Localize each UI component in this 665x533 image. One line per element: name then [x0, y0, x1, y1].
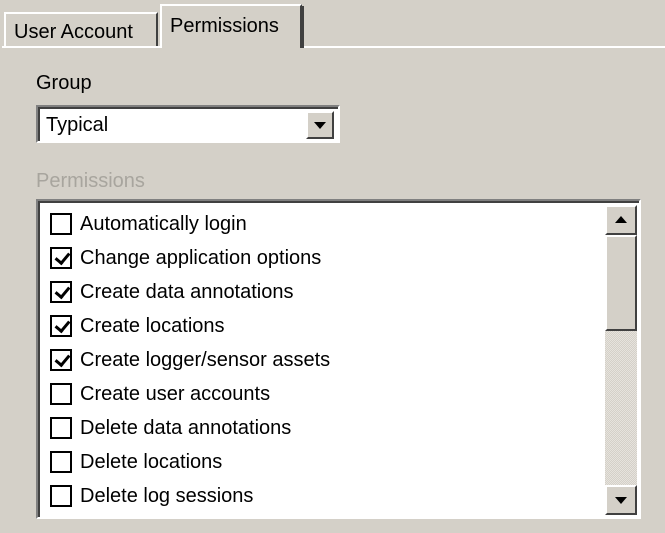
- permission-checkbox[interactable]: [50, 281, 72, 303]
- check-icon: [54, 248, 71, 266]
- chevron-down-icon: [314, 122, 326, 129]
- arrow-up-icon: [615, 216, 627, 223]
- tab-permissions-label: Permissions: [170, 15, 279, 37]
- permission-label: Change application options: [80, 246, 322, 269]
- group-label: Group: [36, 72, 92, 94]
- permissions-list[interactable]: Automatically login Change application op…: [36, 199, 641, 519]
- tab-strip: User Account Permissions: [0, 0, 665, 48]
- permission-item[interactable]: Delete log sessions: [50, 479, 253, 513]
- permission-label: Delete data annotations: [80, 416, 292, 439]
- arrow-down-icon: [615, 497, 627, 504]
- group-dropdown[interactable]: Typical: [36, 105, 340, 143]
- tab-permissions[interactable]: Permissions: [160, 4, 304, 48]
- permission-label: Create locations: [80, 314, 225, 337]
- permission-item[interactable]: Create locations: [50, 309, 225, 343]
- group-dropdown-button[interactable]: [306, 111, 334, 139]
- permissions-list-inner: Automatically login Change application op…: [38, 201, 639, 517]
- permission-checkbox[interactable]: [50, 349, 72, 371]
- tab-user-account-label: User Account: [14, 21, 133, 43]
- scroll-thumb[interactable]: [605, 235, 637, 331]
- check-icon: [54, 350, 71, 368]
- permission-item[interactable]: Change application options: [50, 241, 321, 275]
- permission-item[interactable]: Delete locations: [50, 445, 222, 479]
- permission-checkbox[interactable]: [50, 451, 72, 473]
- permission-item[interactable]: Delete data annotations: [50, 411, 291, 445]
- scroll-up-button[interactable]: [605, 205, 637, 235]
- scrollbar[interactable]: [605, 205, 637, 515]
- scroll-down-button[interactable]: [605, 485, 637, 515]
- permission-checkbox[interactable]: [50, 417, 72, 439]
- permission-item[interactable]: Create data annotations: [50, 275, 294, 309]
- permission-label: Create data annotations: [80, 280, 294, 303]
- permission-checkbox[interactable]: [50, 383, 72, 405]
- permission-item[interactable]: Create user accounts: [50, 377, 270, 411]
- permission-label: Delete locations: [80, 450, 223, 473]
- permission-item[interactable]: Automatically login: [50, 207, 247, 241]
- permission-checkbox[interactable]: [50, 315, 72, 337]
- group-dropdown-value: Typical: [46, 114, 109, 136]
- permission-label: Delete log sessions: [80, 484, 254, 507]
- check-icon: [54, 282, 71, 300]
- check-icon: [54, 316, 71, 334]
- permission-checkbox[interactable]: [50, 485, 72, 507]
- tab-user-account[interactable]: User Account: [4, 12, 158, 46]
- permission-checkbox[interactable]: [50, 247, 72, 269]
- permissions-label: Permissions: [36, 170, 145, 192]
- permission-label: Automatically login: [80, 212, 247, 235]
- permission-item[interactable]: Create logger/sensor assets: [50, 343, 330, 377]
- permission-checkbox[interactable]: [50, 213, 72, 235]
- permission-label: Create user accounts: [80, 382, 271, 405]
- permission-label: Create logger/sensor assets: [80, 348, 331, 371]
